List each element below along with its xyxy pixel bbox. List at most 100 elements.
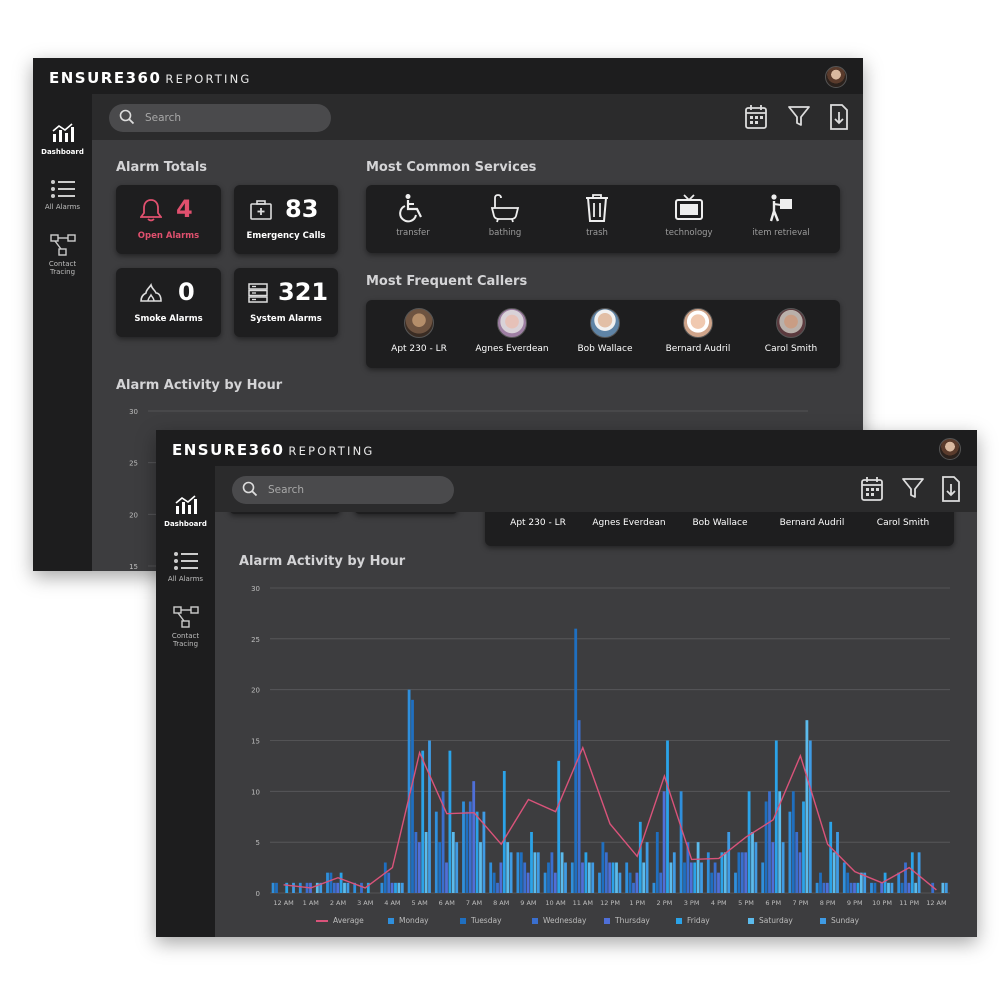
bar-monday bbox=[434, 811, 438, 893]
sidebar: Dashboard All Alarms Contact Tracing bbox=[156, 466, 215, 937]
bar-monday bbox=[815, 882, 819, 893]
download-button[interactable] bbox=[829, 104, 849, 134]
bar-tuesday bbox=[791, 791, 795, 893]
x-tick-label: 11 PM bbox=[899, 899, 919, 907]
sidebar-item-label: Dashboard bbox=[41, 148, 84, 156]
activity-title: Alarm Activity by Hour bbox=[116, 378, 283, 393]
sidebar-item-label: Contact Tracing bbox=[48, 260, 77, 276]
x-tick-label: 1 AM bbox=[303, 899, 319, 907]
bar-monday bbox=[326, 872, 329, 893]
download-button[interactable] bbox=[941, 476, 961, 506]
bar-sunday bbox=[428, 740, 431, 893]
bar-saturday bbox=[805, 720, 809, 893]
service-technology[interactable]: technology bbox=[654, 193, 724, 238]
x-tick-label: 11 AM bbox=[573, 899, 593, 907]
calendar-button[interactable] bbox=[860, 476, 884, 506]
sidebar-item-dashboard[interactable]: Dashboard bbox=[156, 494, 215, 528]
filter-button[interactable] bbox=[901, 476, 925, 504]
legend-item-wednesday[interactable]: Wednesday bbox=[532, 916, 586, 925]
callers-title: Most Frequent Callers bbox=[366, 274, 528, 289]
legend-item-average[interactable]: Average bbox=[316, 916, 364, 925]
legend-item-friday[interactable]: Friday bbox=[676, 916, 710, 925]
user-avatar[interactable] bbox=[825, 66, 847, 88]
service-label: technology bbox=[665, 228, 713, 238]
bar-friday bbox=[530, 832, 533, 893]
bar-tuesday bbox=[383, 862, 387, 893]
caller-name: Apt 230 - LR bbox=[510, 518, 566, 528]
stat-card-smoke-alarms[interactable]: 0 Smoke Alarms bbox=[116, 268, 221, 337]
fire-icon bbox=[140, 283, 162, 302]
caller-item[interactable]: Apt 230 - LR bbox=[493, 518, 583, 528]
service-bathing[interactable]: bathing bbox=[470, 193, 540, 238]
legend-item-saturday[interactable]: Saturday bbox=[748, 916, 793, 925]
bar-monday bbox=[897, 872, 901, 893]
bar-tuesday bbox=[411, 699, 414, 893]
bar-thursday bbox=[581, 862, 584, 893]
sidebar-item-all-alarms[interactable]: All Alarms bbox=[33, 179, 92, 211]
bar-saturday bbox=[451, 832, 455, 893]
bar-sunday bbox=[536, 852, 540, 893]
caller-name: Bob Wallace bbox=[577, 344, 633, 354]
sidebar-item-all-alarms[interactable]: All Alarms bbox=[156, 551, 215, 583]
calendar-button[interactable] bbox=[744, 104, 768, 134]
stat-card-emergency-calls[interactable]: 83 Emergency Calls bbox=[234, 185, 338, 254]
caller-item[interactable]: Bernard Audril bbox=[767, 518, 857, 528]
brand-logo[interactable]: ENSURE360 REPORTING bbox=[172, 441, 375, 459]
service-item-retrieval[interactable]: item retrieval bbox=[746, 193, 816, 238]
bar-monday bbox=[598, 872, 601, 893]
bar-friday bbox=[829, 821, 833, 893]
service-transfer[interactable]: transfer bbox=[378, 193, 448, 238]
legend-item-tuesday[interactable]: Tuesday bbox=[460, 916, 502, 925]
caller-item[interactable]: Carol Smith bbox=[746, 308, 836, 354]
bell-icon bbox=[140, 199, 162, 222]
caller-item[interactable]: Apt 230 - LR bbox=[374, 308, 464, 354]
y-tick-label: 5 bbox=[256, 839, 260, 847]
stat-card-open-alarms[interactable]: 4 Open Alarms bbox=[116, 185, 221, 254]
legend-item-sunday[interactable]: Sunday bbox=[820, 916, 859, 925]
brand-logo[interactable]: ENSURE360 REPORTING bbox=[49, 69, 252, 87]
caller-avatar bbox=[590, 308, 620, 338]
user-avatar[interactable] bbox=[939, 438, 961, 460]
caller-name: Bernard Audril bbox=[779, 518, 845, 528]
services-title: Most Common Services bbox=[366, 160, 537, 175]
caller-item[interactable]: Agnes Everdean bbox=[584, 518, 674, 528]
sidebar-item-contact-tracing[interactable]: Contact Tracing bbox=[156, 606, 215, 648]
caller-item[interactable]: Bob Wallace bbox=[560, 308, 650, 354]
filter-button[interactable] bbox=[787, 104, 811, 132]
search-input[interactable] bbox=[268, 482, 438, 498]
search-input[interactable] bbox=[145, 110, 315, 126]
y-tick-label: 20 bbox=[251, 687, 260, 695]
bar-tuesday bbox=[737, 852, 741, 893]
legend-swatch bbox=[604, 918, 610, 924]
brand-name: ENSURE360 bbox=[49, 69, 162, 87]
caller-item[interactable]: Bernard Audril bbox=[653, 308, 743, 354]
search-box[interactable] bbox=[109, 104, 331, 132]
bar-friday bbox=[339, 872, 343, 893]
bar-wednesday bbox=[713, 862, 717, 893]
caller-item[interactable]: Bob Wallace bbox=[675, 518, 765, 528]
filter-icon bbox=[788, 106, 810, 126]
bar-wednesday bbox=[387, 872, 391, 893]
sidebar-item-contact-tracing[interactable]: Contact Tracing bbox=[33, 234, 92, 276]
service-trash[interactable]: trash bbox=[562, 193, 632, 238]
trash-icon bbox=[586, 194, 608, 222]
bar-thursday bbox=[744, 852, 748, 893]
sidebar-item-dashboard[interactable]: Dashboard bbox=[33, 122, 92, 156]
bar-friday bbox=[394, 882, 397, 893]
bar-sunday bbox=[727, 832, 731, 893]
search-icon bbox=[119, 109, 135, 125]
legend-item-thursday[interactable]: Thursday bbox=[604, 916, 650, 925]
download-icon bbox=[830, 104, 848, 130]
stat-card-system-alarms[interactable]: 321 System Alarms bbox=[234, 268, 338, 337]
bar-monday bbox=[625, 862, 629, 893]
bar-sunday bbox=[700, 862, 703, 893]
caller-name: Apt 230 - LR bbox=[391, 344, 447, 354]
service-label: item retrieval bbox=[752, 228, 810, 238]
caller-item[interactable]: Carol Smith bbox=[858, 518, 948, 528]
search-box[interactable] bbox=[232, 476, 454, 504]
bar-wednesday bbox=[332, 882, 336, 893]
caller-item[interactable]: Agnes Everdean bbox=[467, 308, 557, 354]
y-tick-label: 30 bbox=[129, 408, 138, 416]
bar-monday bbox=[298, 882, 302, 893]
legend-item-monday[interactable]: Monday bbox=[388, 916, 429, 925]
